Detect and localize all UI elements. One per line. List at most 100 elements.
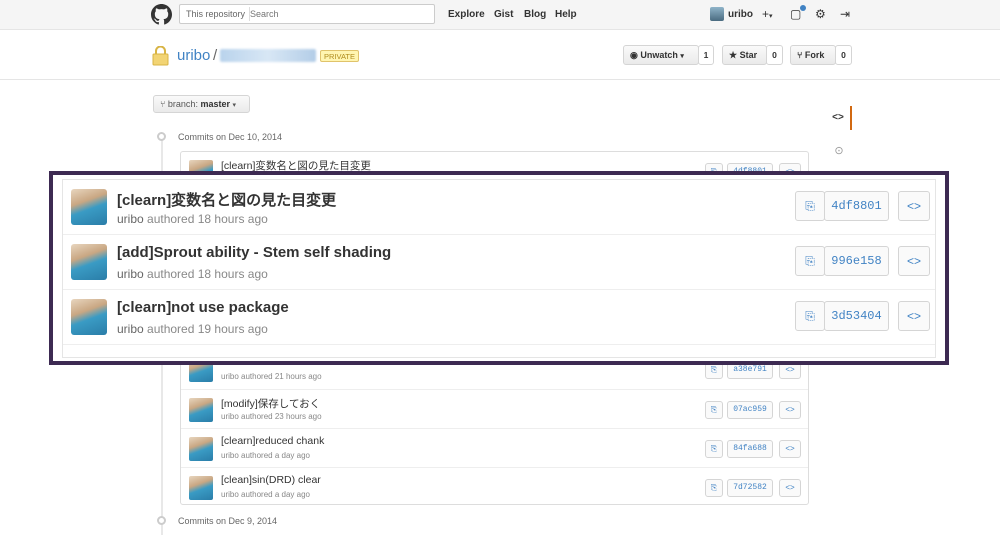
commit-author[interactable]: uribo — [221, 490, 239, 499]
commit-row[interactable]: [clean]sin(DRD) clear uribo authored a d… — [181, 467, 808, 504]
github-logo-icon[interactable] — [151, 4, 172, 25]
commit-meta: uribo authored a day ago — [221, 451, 310, 460]
code-icon: <> — [906, 309, 921, 323]
code-icon: <> — [785, 405, 795, 414]
browse-code-button[interactable]: <> — [779, 440, 801, 458]
lock-icon — [152, 46, 169, 66]
commit-sha-button[interactable]: 7d72582 — [727, 479, 773, 497]
sidebar-issues-tab[interactable]: ⊙ — [826, 140, 852, 162]
clipboard-icon: ⎘ — [805, 199, 815, 213]
commit-sha-button[interactable]: 84fa688 — [727, 440, 773, 458]
commit-sha-button[interactable]: 996e158 — [824, 246, 889, 276]
copy-sha-button[interactable]: ⎘ — [705, 479, 723, 497]
search-input[interactable] — [250, 6, 430, 22]
search-scope-label: This repository — [182, 7, 251, 21]
author-avatar[interactable] — [189, 437, 213, 461]
unwatch-button[interactable]: ◉ Unwatch ▾ — [623, 45, 699, 65]
copy-sha-button[interactable]: ⎘ — [705, 440, 723, 458]
zoom-highlight-frame: [clearn]変数名と図の見た目変更 uribo authored 18 ho… — [49, 171, 949, 365]
commit-time: authored 23 hours ago — [241, 412, 322, 421]
author-avatar[interactable] — [189, 398, 213, 422]
star-label: Star — [739, 50, 758, 60]
commit-author[interactable]: uribo — [221, 372, 239, 381]
browse-code-button[interactable]: <> — [898, 246, 930, 276]
repo-name-link-blurred[interactable] — [220, 49, 316, 62]
date-label: Commits on Dec 10, 2014 — [178, 132, 283, 142]
copy-sha-button[interactable]: ⎘ — [795, 191, 825, 221]
code-icon: <> — [906, 199, 921, 213]
star-count[interactable]: 0 — [766, 45, 783, 65]
create-new-icon[interactable]: +▾ — [762, 6, 773, 25]
commit-title[interactable]: [clearn]not use package — [117, 299, 289, 316]
zoomed-commit-row[interactable]: [add]Sprout ability - Stem self shading … — [63, 235, 935, 290]
date-label: Commits on Dec 9, 2014 — [178, 516, 278, 526]
commit-title[interactable]: [add]Sprout ability - Stem self shading — [117, 244, 391, 261]
repo-path-separator: / — [213, 47, 218, 64]
browse-code-button[interactable]: <> — [779, 479, 801, 497]
search-box[interactable]: This repository — [179, 4, 435, 24]
copy-sha-button[interactable]: ⎘ — [795, 301, 825, 331]
commit-list-bottom: uribo authored 21 hours ago ⎘ a38e791 <>… — [180, 349, 809, 505]
commit-time: authored 18 hours ago — [147, 267, 268, 281]
branch-prefix: branch: — [167, 99, 198, 109]
commit-meta: uribo authored 18 hours ago — [117, 212, 268, 226]
watch-count[interactable]: 1 — [698, 45, 714, 65]
fork-button[interactable]: ⑂ Fork — [790, 45, 836, 65]
fork-count[interactable]: 0 — [835, 45, 852, 65]
author-avatar[interactable] — [71, 244, 107, 280]
commit-sha-button[interactable]: 4df8801 — [824, 191, 889, 221]
unwatch-label: Unwatch — [640, 50, 678, 60]
commit-meta: uribo authored 19 hours ago — [117, 322, 268, 336]
zoomed-commit-row[interactable]: [clearn]not use package uribo authored 1… — [63, 290, 935, 345]
caret-down-icon: ▾ — [680, 53, 684, 60]
commit-author[interactable]: uribo — [117, 267, 144, 281]
commit-title[interactable]: [clearn]変数名と図の見た目変更 — [117, 189, 336, 210]
settings-gear-icon[interactable]: ⚙ — [815, 6, 826, 22]
date-header-dec-9: Commits on Dec 9, 2014 — [157, 516, 277, 526]
commit-title[interactable]: [modify]保存しておく — [221, 396, 320, 411]
browse-code-button[interactable]: <> — [779, 401, 801, 419]
star-button[interactable]: ★ Star — [722, 45, 767, 65]
author-avatar[interactable] — [71, 299, 107, 335]
commit-author[interactable]: uribo — [221, 451, 239, 460]
fork-icon: ⑂ — [797, 50, 803, 60]
branch-icon: ⑂ — [160, 99, 166, 109]
nav-blog-link[interactable]: Blog — [524, 9, 546, 20]
repo-owner-link[interactable]: uribo — [177, 47, 210, 64]
nav-help-link[interactable]: Help — [555, 9, 577, 20]
commit-title[interactable]: [clearn]reduced chank — [221, 435, 324, 447]
user-avatar[interactable] — [710, 7, 724, 21]
commit-author[interactable]: uribo — [117, 212, 144, 226]
nav-gist-link[interactable]: Gist — [494, 9, 513, 20]
clipboard-icon: ⎘ — [710, 405, 718, 414]
copy-sha-button[interactable]: ⎘ — [705, 401, 723, 419]
zoomed-commit-row[interactable]: [clearn]変数名と図の見た目変更 uribo authored 18 ho… — [63, 180, 935, 235]
browse-code-button[interactable]: <> — [898, 191, 930, 221]
commit-title[interactable]: [clean]sin(DRD) clear — [221, 474, 321, 486]
issue-icon: ⊙ — [834, 145, 844, 157]
username-link[interactable]: uribo — [728, 9, 753, 20]
timeline-dot-icon — [157, 516, 166, 525]
branch-name: master — [200, 99, 230, 109]
branch-select-button[interactable]: ⑂ branch: master ▾ — [153, 95, 250, 113]
commit-author[interactable]: uribo — [117, 322, 144, 336]
commit-meta: uribo authored 18 hours ago — [117, 267, 268, 281]
author-avatar[interactable] — [71, 189, 107, 225]
copy-sha-button[interactable]: ⎘ — [795, 246, 825, 276]
commit-sha-button[interactable]: 07ac959 — [727, 401, 773, 419]
commit-meta: uribo authored a day ago — [221, 490, 310, 499]
nav-explore-link[interactable]: Explore — [448, 9, 485, 20]
commit-meta: uribo authored 23 hours ago — [221, 412, 322, 421]
author-avatar[interactable] — [189, 476, 213, 500]
browse-code-button[interactable]: <> — [898, 301, 930, 331]
code-icon: <> — [785, 365, 795, 374]
commit-author[interactable]: uribo — [221, 412, 239, 421]
clipboard-icon: ⎘ — [710, 483, 718, 492]
sidebar-code-tab[interactable]: <> — [826, 106, 852, 130]
commit-sha-button[interactable]: 3d53404 — [824, 301, 889, 331]
commit-row[interactable]: [clearn]reduced chank uribo authored a d… — [181, 428, 808, 467]
commit-row[interactable]: [modify]保存しておく uribo authored 23 hours a… — [181, 389, 808, 428]
sign-out-icon[interactable]: ⇥ — [840, 6, 850, 22]
eye-icon: ◉ — [630, 50, 638, 60]
code-icon: <> — [832, 112, 844, 123]
